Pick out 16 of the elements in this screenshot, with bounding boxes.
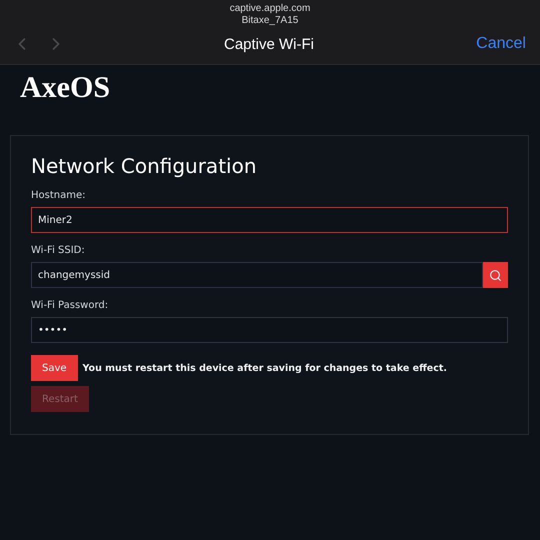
input-field[interactable]: Miner2 — [31, 207, 508, 233]
network-name: Bitaxe_7A15 — [242, 15, 298, 26]
save-button[interactable]: Save — [31, 355, 78, 381]
card-title: Network Configuration — [31, 154, 258, 178]
logo: AxeOS — [20, 71, 110, 104]
cancel-button[interactable]: Cancel — [416, 35, 526, 53]
field-label: Hostname: — [31, 190, 86, 201]
search-button[interactable] — [483, 262, 508, 288]
input-field[interactable]: ••••• — [31, 317, 508, 343]
field-label: Wi-Fi SSID: — [31, 245, 86, 256]
search-icon — [489, 268, 502, 282]
url-text: captive.apple.com — [230, 3, 310, 14]
restart-note: You must restart this device after saving for changes to take effect. — [82, 362, 448, 374]
window-title: Captive Wi-Fi — [224, 36, 314, 52]
input-field[interactable]: changemyssid — [31, 262, 483, 288]
field-label: Wi-Fi Password: — [31, 300, 110, 311]
